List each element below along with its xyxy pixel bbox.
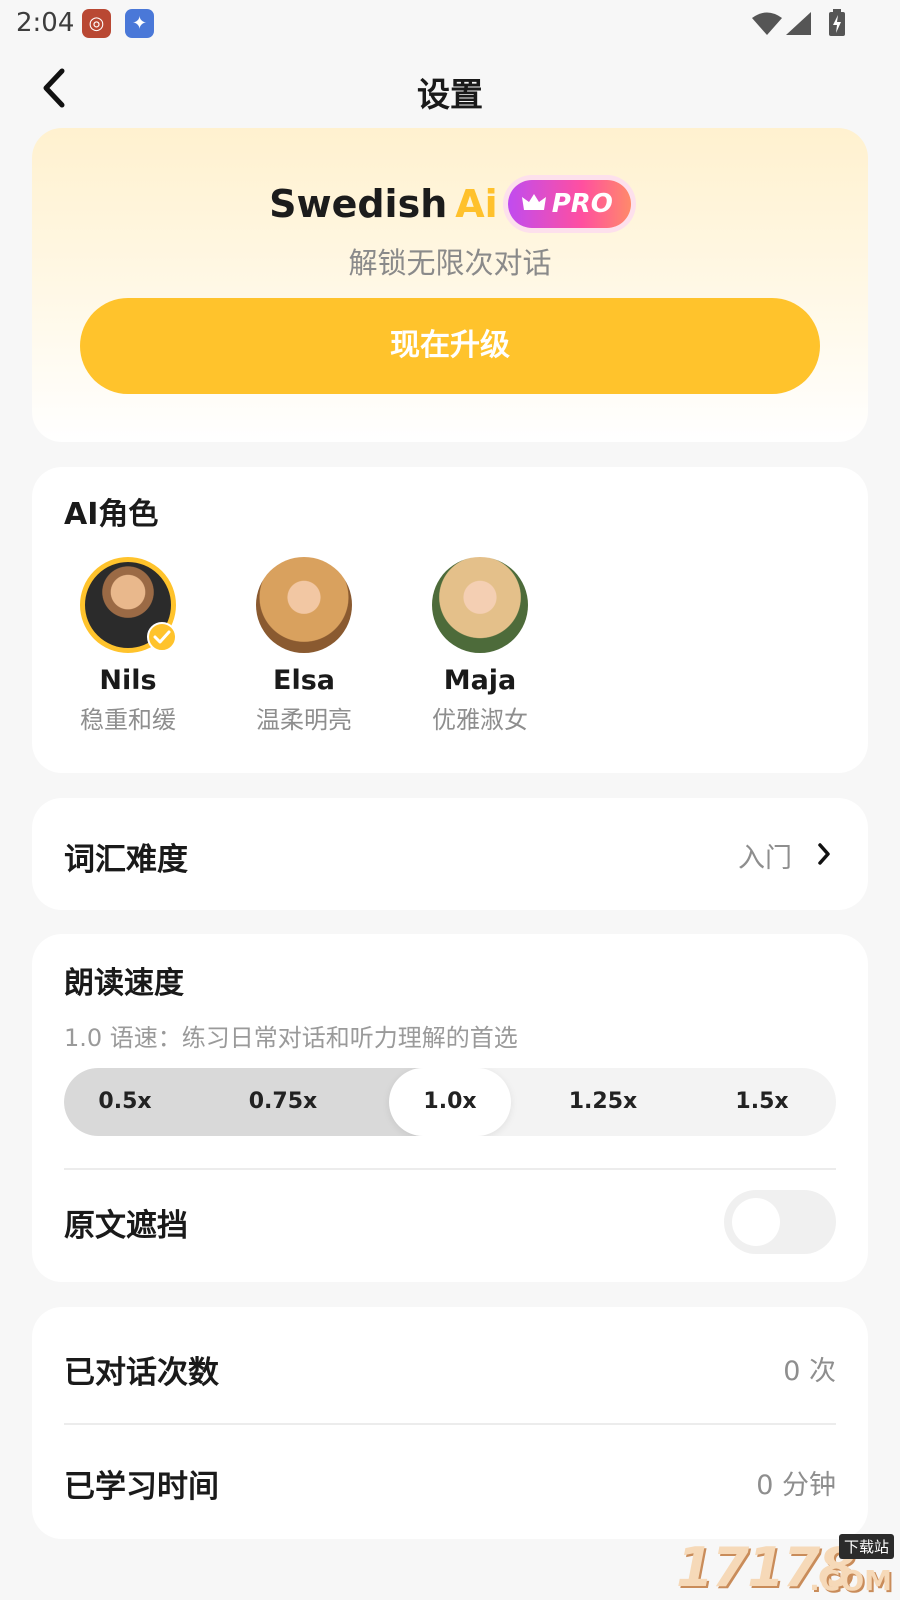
avatar-maja <box>432 557 528 653</box>
watermark-suffix: .COM <box>809 1564 892 1597</box>
site-watermark: 17178 下载站 .COM <box>676 1532 900 1600</box>
weibo-app-icon: ◎ <box>82 9 111 38</box>
reading-speed-desc: 1.0 语速：练习日常对话和听力理解的首选 <box>64 1024 518 1052</box>
status-bar: 2:04 ◎ ✦ <box>0 0 900 48</box>
divider <box>64 1423 836 1425</box>
speed-option-0-5x[interactable]: 0.5x <box>64 1068 186 1136</box>
text-mask-toggle[interactable] <box>724 1190 836 1254</box>
avatar-elsa <box>256 557 352 653</box>
vocab-difficulty-label: 词汇难度 <box>64 842 188 878</box>
speed-selector[interactable]: 0.5x 0.75x 1.0x 1.25x 1.5x <box>64 1068 836 1136</box>
vocab-difficulty-row[interactable]: 词汇难度 入门 <box>32 798 868 910</box>
speed-option-0-75x[interactable]: 0.75x <box>220 1068 346 1136</box>
pro-upgrade-card: Swedish Ai PRO 解锁无限次对话 现在升级 <box>32 128 868 442</box>
pro-badge-label: PRO <box>551 189 613 219</box>
conversations-label: 已对话次数 <box>64 1355 219 1391</box>
battery-charging-icon <box>829 9 845 36</box>
role-desc: 稳重和缓 <box>80 706 176 734</box>
role-desc: 温柔明亮 <box>256 706 352 734</box>
role-elsa[interactable]: Elsa 温柔明亮 <box>234 557 374 735</box>
checkmark-icon <box>147 622 177 652</box>
pro-badge: PRO <box>507 180 631 228</box>
page-title: 设置 <box>417 75 483 114</box>
divider <box>64 1168 836 1170</box>
role-maja[interactable]: Maja 优雅淑女 <box>410 557 550 735</box>
avatar-nils <box>80 557 177 653</box>
promo-title: Swedish Ai PRO <box>32 180 868 228</box>
status-time: 2:04 <box>16 8 75 38</box>
reading-speed-card: 朗读速度 1.0 语速：练习日常对话和听力理解的首选 0.5x 0.75x 1.… <box>32 934 868 1282</box>
ai-role-card: AI角色 Nils 稳重和缓 Elsa 温柔明亮 Maja 优雅淑女 <box>32 467 868 773</box>
app-name-ai: Ai <box>455 182 498 226</box>
study-time-value: 0 分钟 <box>756 1470 836 1501</box>
role-nils[interactable]: Nils 稳重和缓 <box>58 557 198 735</box>
study-time-label: 已学习时间 <box>64 1469 219 1505</box>
speed-option-1-0x[interactable]: 1.0x <box>389 1068 511 1136</box>
speed-option-1-25x[interactable]: 1.25x <box>540 1068 666 1136</box>
conversations-value: 0 次 <box>783 1356 836 1387</box>
role-name: Nils <box>99 665 157 696</box>
nav-bar: 设置 <box>0 48 900 128</box>
upgrade-now-button[interactable]: 现在升级 <box>80 298 820 394</box>
speed-option-1-5x[interactable]: 1.5x <box>704 1068 820 1136</box>
promo-subtitle: 解锁无限次对话 <box>348 246 552 280</box>
signal-icon <box>786 12 811 35</box>
stats-card: 已对话次数 0 次 已学习时间 0 分钟 <box>32 1307 868 1539</box>
role-desc: 优雅淑女 <box>432 706 528 734</box>
qq-browser-app-icon: ✦ <box>125 9 154 38</box>
wifi-icon <box>752 12 782 35</box>
crown-icon <box>521 193 546 210</box>
vocab-difficulty-value: 入门 <box>738 843 792 874</box>
watermark-tag: 下载站 <box>838 1534 894 1559</box>
toggle-knob <box>732 1198 780 1246</box>
role-name: Elsa <box>273 665 335 696</box>
text-mask-label: 原文遮挡 <box>64 1208 188 1244</box>
chevron-right-icon <box>818 843 830 865</box>
ai-role-title: AI角色 <box>64 497 159 532</box>
role-name: Maja <box>443 665 517 696</box>
reading-speed-title: 朗读速度 <box>64 966 184 1001</box>
app-name: Swedish <box>269 182 448 226</box>
